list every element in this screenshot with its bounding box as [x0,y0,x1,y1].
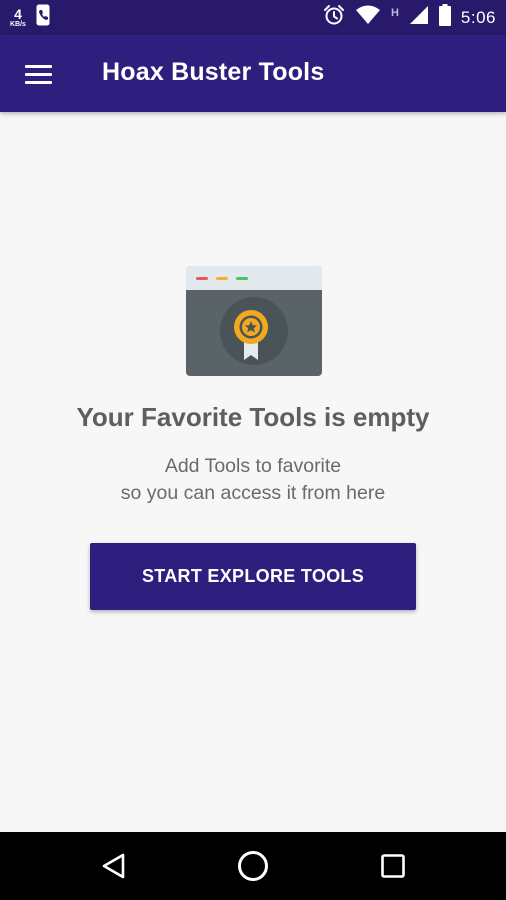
empty-state-description-line1: Add Tools to favorite [164,455,342,477]
network-speed-value: 4 [14,6,22,22]
menu-line [25,73,52,76]
phone-icon [36,4,50,31]
signal-type-badge: H [390,6,399,19]
network-speed: 4 KB/s [10,7,26,28]
clock: 5:06 [460,7,496,27]
home-icon[interactable] [213,832,293,900]
wifi-icon [355,5,381,30]
hamburger-menu-icon[interactable] [20,57,60,91]
alarm-icon [323,4,345,31]
menu-line [25,81,52,84]
system-navigation-bar [0,832,506,900]
status-bar: 4 KB/s H 5:06 [0,0,506,35]
app-title: Hoax Buster Tools [102,58,325,86]
back-icon[interactable] [74,832,154,900]
status-right: H 5:06 [323,0,496,35]
empty-state-description-line2: so you can access it from here [120,482,386,504]
empty-state-title: Your Favorite Tools is empty [76,402,430,432]
app-bar: Hoax Buster Tools [0,35,506,112]
start-explore-tools-button[interactable]: START EXPLORE TOOLS [90,543,416,610]
battery-icon [438,4,451,31]
status-left: 4 KB/s [10,2,50,33]
network-speed-unit: KB/s [10,21,26,28]
browser-award-badge-illustration [186,266,322,376]
empty-state-description: Add Tools to favorite so you can access … [0,453,506,507]
recents-icon[interactable] [353,832,433,900]
menu-line [25,65,52,68]
cellular-signal-icon [409,5,429,30]
